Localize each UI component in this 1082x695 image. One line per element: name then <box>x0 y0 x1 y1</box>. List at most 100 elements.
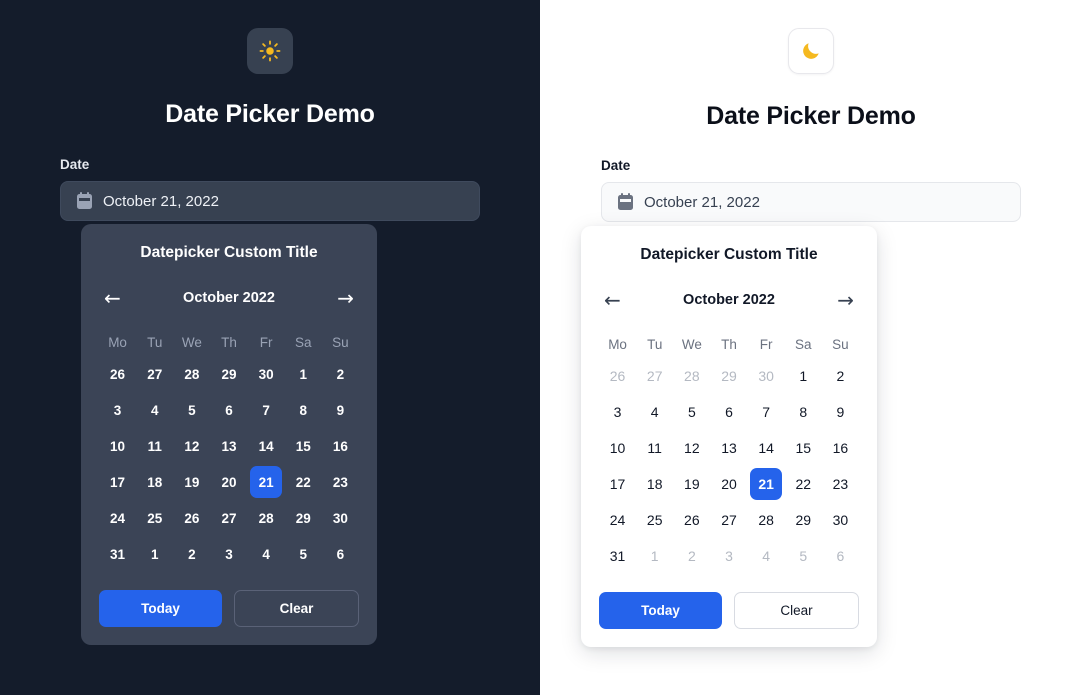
day-button[interactable]: 11 <box>139 430 171 462</box>
day-button[interactable]: 13 <box>213 430 245 462</box>
day-button[interactable]: 2 <box>824 360 856 392</box>
day-button[interactable]: 13 <box>713 432 745 464</box>
day-button[interactable]: 12 <box>676 432 708 464</box>
day-button[interactable]: 26 <box>102 358 134 390</box>
day-button[interactable]: 5 <box>676 396 708 428</box>
day-button[interactable]: 23 <box>824 468 856 500</box>
day-button[interactable]: 17 <box>602 468 634 500</box>
day-button[interactable]: 30 <box>324 502 356 534</box>
day-button[interactable]: 27 <box>639 360 671 392</box>
weekday-header: Su <box>332 335 349 350</box>
day-button[interactable]: 8 <box>287 394 319 426</box>
day-button[interactable]: 15 <box>787 432 819 464</box>
day-button[interactable]: 22 <box>287 466 319 498</box>
day-button[interactable]: 3 <box>102 394 134 426</box>
day-button[interactable]: 14 <box>750 432 782 464</box>
day-button[interactable]: 3 <box>602 396 634 428</box>
day-button[interactable]: 26 <box>676 504 708 536</box>
day-button[interactable]: 28 <box>176 358 208 390</box>
day-button[interactable]: 7 <box>250 394 282 426</box>
day-button[interactable]: 29 <box>213 358 245 390</box>
day-cell: 21 <box>748 466 785 502</box>
today-button[interactable]: Today <box>599 592 722 629</box>
next-month-arrow-icon[interactable]: → <box>835 290 856 310</box>
day-button[interactable]: 4 <box>139 394 171 426</box>
day-button[interactable]: 16 <box>824 432 856 464</box>
day-button[interactable]: 6 <box>324 538 356 570</box>
day-button[interactable]: 24 <box>602 504 634 536</box>
day-button[interactable]: 6 <box>824 540 856 572</box>
day-button[interactable]: 4 <box>639 396 671 428</box>
day-button[interactable]: 5 <box>176 394 208 426</box>
next-month-arrow-icon[interactable]: → <box>335 288 356 308</box>
day-button[interactable]: 17 <box>102 466 134 498</box>
day-button[interactable]: 31 <box>102 538 134 570</box>
day-button[interactable]: 8 <box>787 396 819 428</box>
day-button[interactable]: 4 <box>750 540 782 572</box>
day-button[interactable]: 3 <box>213 538 245 570</box>
day-button[interactable]: 7 <box>750 396 782 428</box>
day-button[interactable]: 18 <box>639 468 671 500</box>
day-button[interactable]: 2 <box>676 540 708 572</box>
day-button[interactable]: 29 <box>287 502 319 534</box>
day-button[interactable]: 30 <box>750 360 782 392</box>
day-button[interactable]: 20 <box>213 466 245 498</box>
day-button[interactable]: 19 <box>176 466 208 498</box>
clear-button[interactable]: Clear <box>234 590 359 627</box>
day-button[interactable]: 16 <box>324 430 356 462</box>
theme-toggle-button-dark[interactable] <box>247 28 293 74</box>
day-button[interactable]: 23 <box>324 466 356 498</box>
day-button[interactable]: 28 <box>676 360 708 392</box>
day-button[interactable]: 28 <box>750 504 782 536</box>
theme-toggle-button-light[interactable] <box>788 28 834 74</box>
day-button[interactable]: 19 <box>676 468 708 500</box>
day-button[interactable]: 29 <box>787 504 819 536</box>
day-button[interactable]: 2 <box>176 538 208 570</box>
day-button[interactable]: 18 <box>139 466 171 498</box>
day-cell: 8 <box>285 392 322 428</box>
prev-month-arrow-icon[interactable]: ← <box>602 290 623 310</box>
day-button[interactable]: 27 <box>213 502 245 534</box>
day-button[interactable]: 26 <box>602 360 634 392</box>
day-button[interactable]: 3 <box>713 540 745 572</box>
day-button[interactable]: 1 <box>639 540 671 572</box>
day-button[interactable]: 31 <box>602 540 634 572</box>
day-button[interactable]: 29 <box>713 360 745 392</box>
day-button[interactable]: 12 <box>176 430 208 462</box>
day-button[interactable]: 10 <box>102 430 134 462</box>
day-button[interactable]: 11 <box>639 432 671 464</box>
day-button[interactable]: 9 <box>324 394 356 426</box>
day-button[interactable]: 22 <box>787 468 819 500</box>
day-button[interactable]: 30 <box>824 504 856 536</box>
day-button[interactable]: 28 <box>250 502 282 534</box>
day-button[interactable]: 5 <box>787 540 819 572</box>
day-cell: 28 <box>173 356 210 392</box>
day-button[interactable]: 27 <box>713 504 745 536</box>
day-button[interactable]: 1 <box>139 538 171 570</box>
day-button[interactable]: 6 <box>213 394 245 426</box>
day-button[interactable]: 9 <box>824 396 856 428</box>
day-button[interactable]: 25 <box>139 502 171 534</box>
day-button[interactable]: 6 <box>713 396 745 428</box>
day-button[interactable]: 24 <box>102 502 134 534</box>
date-input-dark[interactable]: October 21, 2022 <box>60 181 480 221</box>
day-button[interactable]: 27 <box>139 358 171 390</box>
today-button[interactable]: Today <box>99 590 222 627</box>
day-button[interactable]: 1 <box>787 360 819 392</box>
day-button[interactable]: 10 <box>602 432 634 464</box>
prev-month-arrow-icon[interactable]: ← <box>102 288 123 308</box>
day-button[interactable]: 26 <box>176 502 208 534</box>
day-button[interactable]: 4 <box>250 538 282 570</box>
day-button[interactable]: 20 <box>713 468 745 500</box>
day-button[interactable]: 1 <box>287 358 319 390</box>
day-button[interactable]: 5 <box>287 538 319 570</box>
day-selected[interactable]: 21 <box>750 468 783 500</box>
day-button[interactable]: 25 <box>639 504 671 536</box>
day-button[interactable]: 30 <box>250 358 282 390</box>
day-selected[interactable]: 21 <box>250 466 283 498</box>
clear-button[interactable]: Clear <box>734 592 859 629</box>
date-input-light[interactable]: October 21, 2022 <box>601 182 1021 222</box>
day-button[interactable]: 2 <box>324 358 356 390</box>
day-button[interactable]: 14 <box>250 430 282 462</box>
day-button[interactable]: 15 <box>287 430 319 462</box>
